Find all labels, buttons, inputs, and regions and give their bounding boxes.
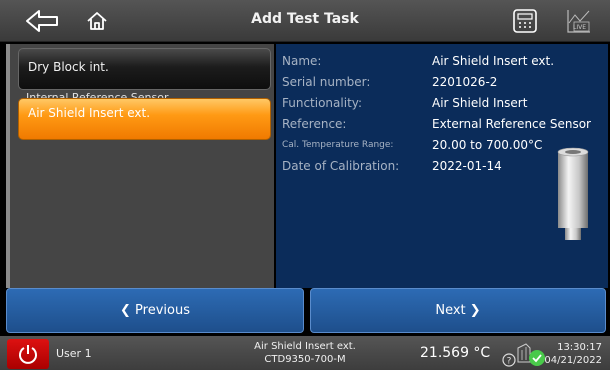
status-bar: User 1 Air Shield Insert ext. CTD9350-70… [0,336,610,370]
header-bar: Add Test Task LIVE [0,0,610,42]
list-item-dry-block[interactable]: Dry Block int. [18,48,271,90]
current-user: User 1 [56,347,92,360]
power-button[interactable] [7,339,49,369]
list-item-label: Dry Block int. [28,60,109,74]
time-text: 13:30:17 [557,342,602,353]
previous-button[interactable]: ❮ Previous [6,288,304,333]
calculator-button[interactable] [510,5,540,37]
list-scrollbar[interactable] [6,44,10,288]
insert-image [557,147,589,240]
temperature-readout: 21.569 °C [420,345,491,361]
stable-check-icon [529,350,545,366]
date-text: 04/21/2022 [544,355,602,366]
sensor-list: Dry Block int. Internal Reference Sensor… [6,44,274,288]
clock: 13:30:17 04/21/2022 [544,341,602,367]
device-info: Air Shield Insert ext. CTD9350-700-M [240,340,370,366]
live-label: LIVE [573,24,587,31]
list-item-air-shield-selected[interactable]: Air Shield Insert ext. [18,98,271,140]
live-button[interactable]: LIVE [562,5,596,37]
status-icons: ? [502,343,545,367]
power-icon [19,345,37,364]
details-panel: Name: Air Shield Insert ext. Serial numb… [276,44,608,288]
device-name: Air Shield Insert ext. [254,341,356,352]
list-item-label: Air Shield Insert ext. [28,106,151,120]
calculator-icon [513,9,537,33]
next-button[interactable]: Next ❯ [310,288,606,333]
sensor-icon [517,343,531,363]
svg-text:?: ? [507,357,512,367]
device-model: CTD9350-700-M [264,354,346,365]
info-icon: ? [502,353,516,367]
